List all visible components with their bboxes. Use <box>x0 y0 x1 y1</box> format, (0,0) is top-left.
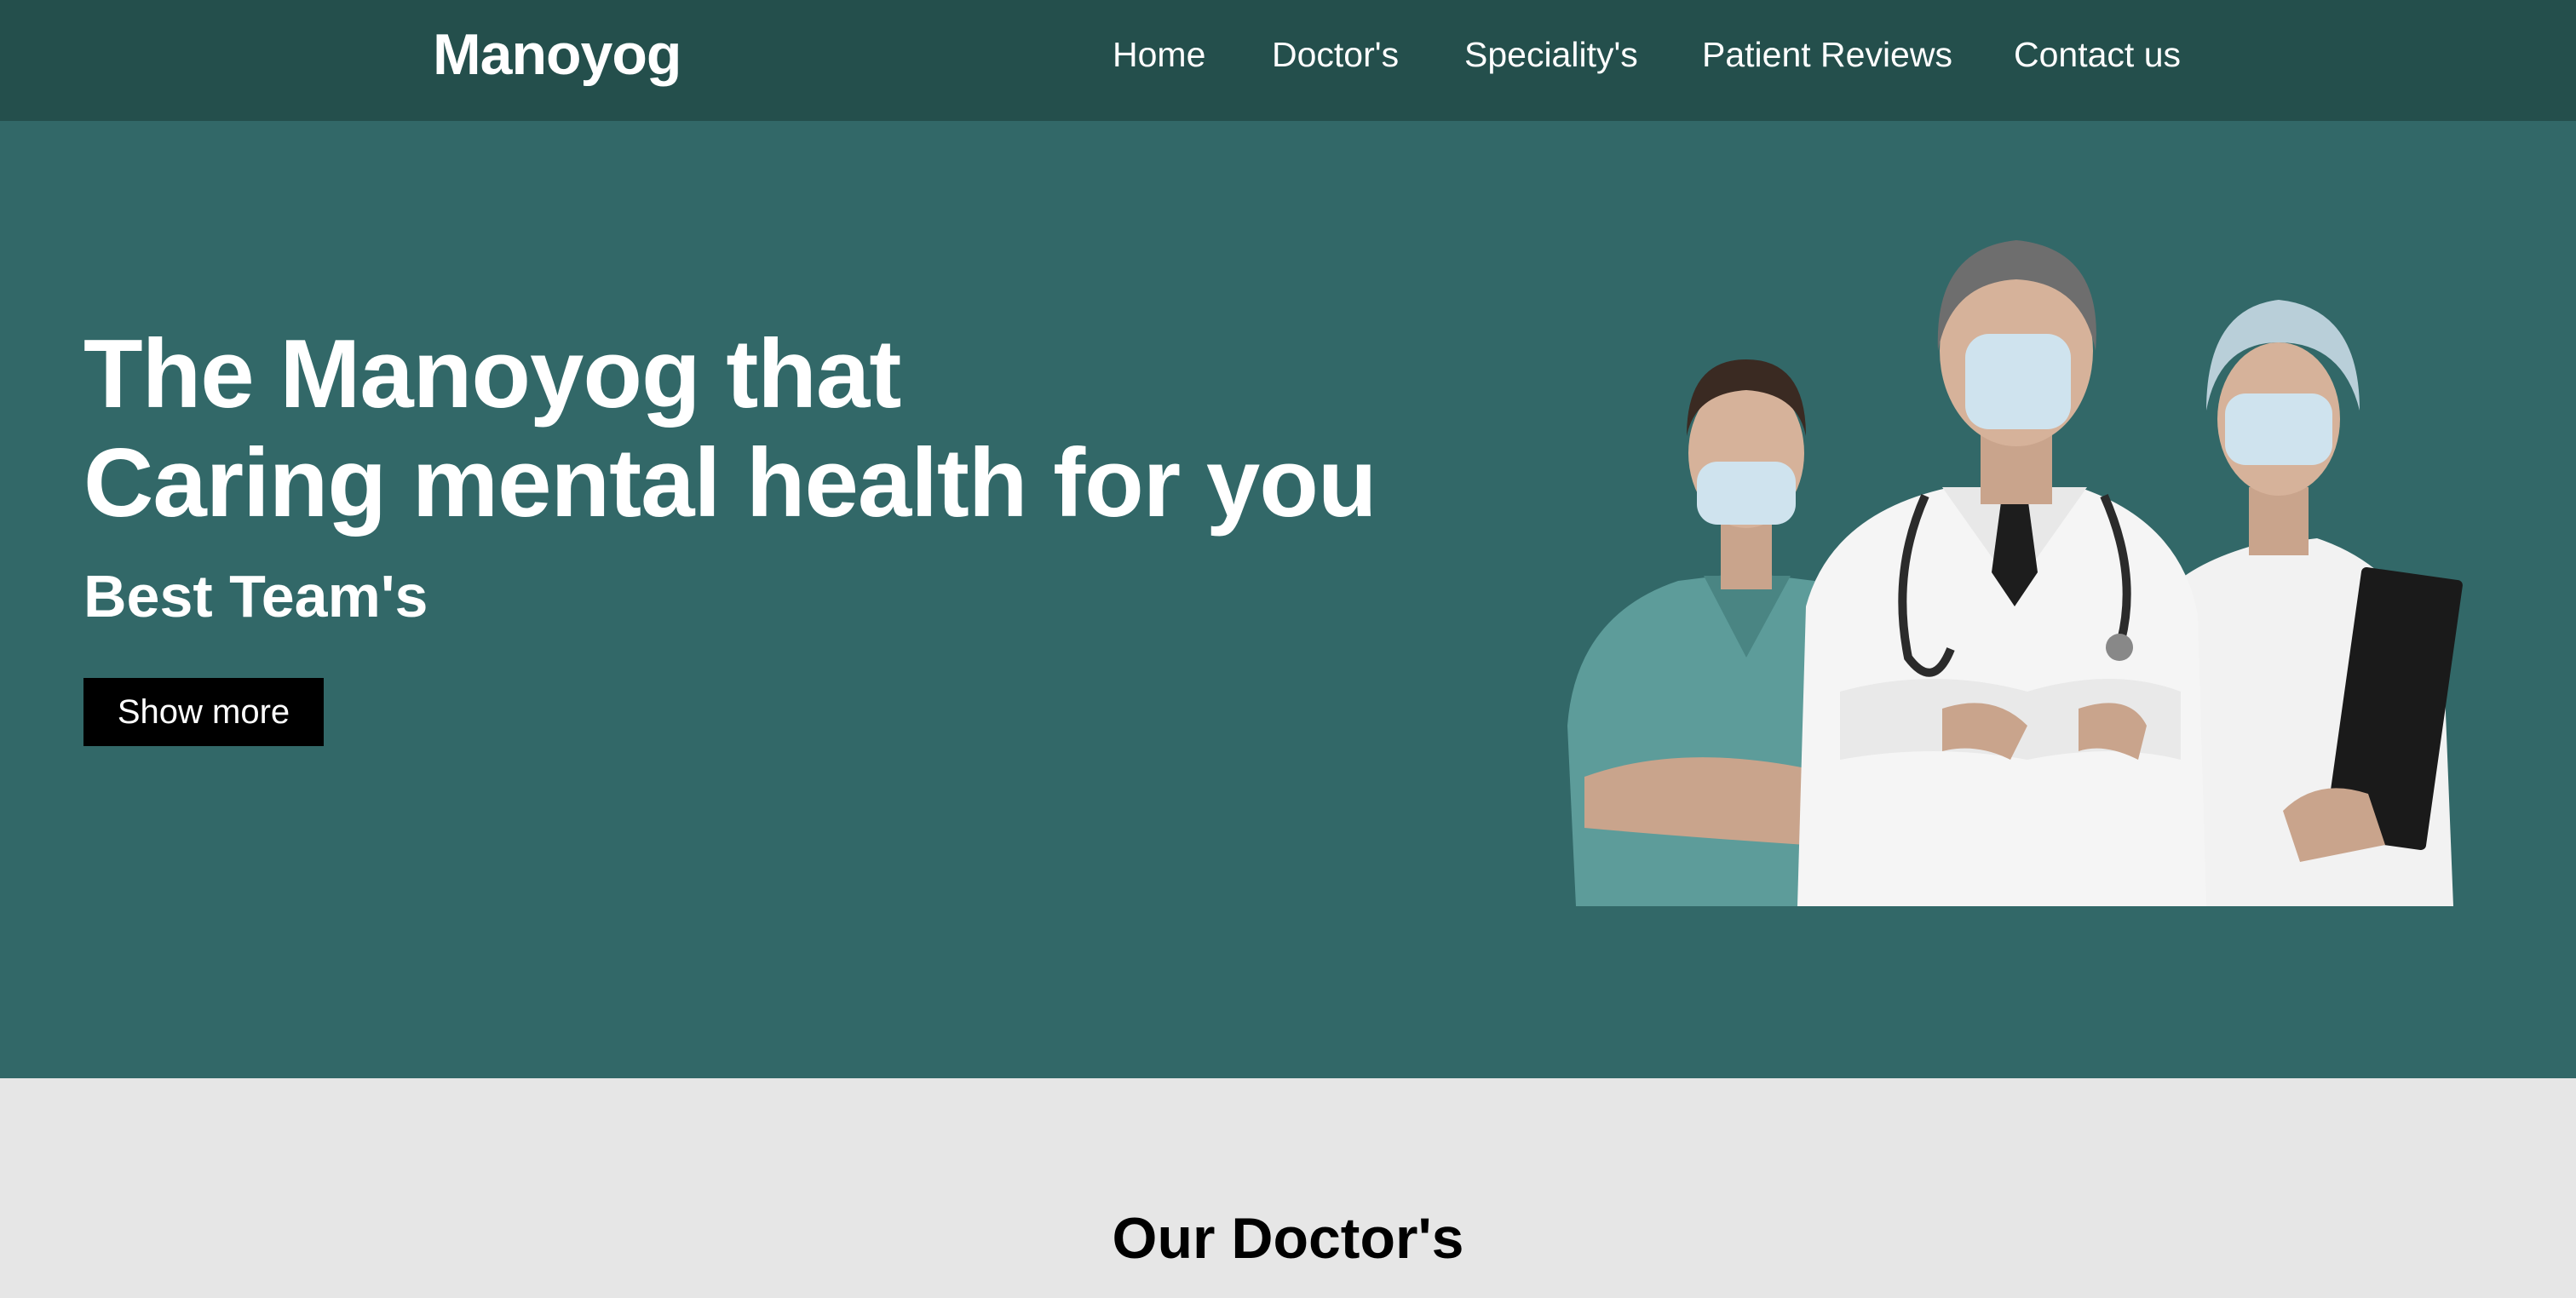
show-more-button[interactable]: Show more <box>83 678 324 746</box>
top-navbar: Manoyog Home Doctor's Speciality's Patie… <box>0 0 2576 121</box>
hero-title-line1: The Manoyog that <box>83 320 901 428</box>
doctor-center-figure <box>1797 240 2206 906</box>
brand-logo[interactable]: Manoyog <box>433 20 681 89</box>
nav-link-doctors[interactable]: Doctor's <box>1272 32 1399 77</box>
hero-title: The Manoyog that Caring mental health fo… <box>83 320 1377 538</box>
nav-link-home[interactable]: Home <box>1113 32 1205 77</box>
nav-link-specialities[interactable]: Speciality's <box>1464 32 1638 77</box>
doctors-section: Our Doctor's <box>0 1078 2576 1298</box>
nav-link-patient-reviews[interactable]: Patient Reviews <box>1702 32 1952 77</box>
hero-title-line2: Caring mental health for you <box>83 429 1377 537</box>
hero-section: The Manoyog that Caring mental health fo… <box>0 121 2576 1078</box>
nav-link-contact-us[interactable]: Contact us <box>2014 32 2181 77</box>
medical-team-image <box>1567 240 2463 906</box>
doctors-section-title: Our Doctor's <box>1112 1206 1464 1271</box>
hero-subtitle: Best Team's <box>83 563 428 629</box>
